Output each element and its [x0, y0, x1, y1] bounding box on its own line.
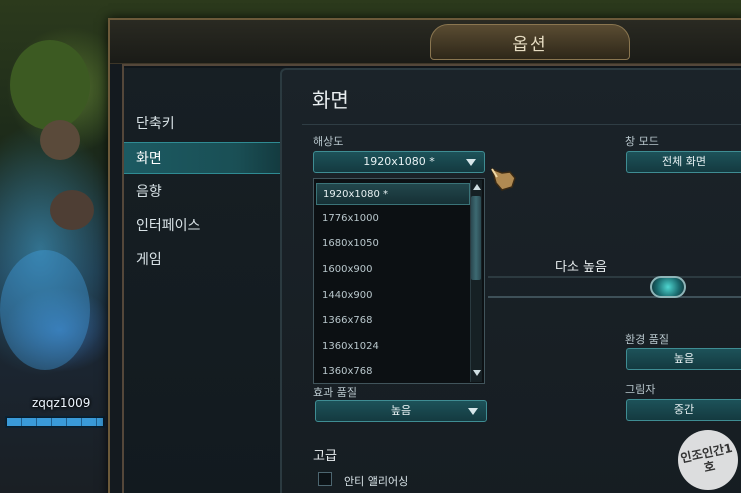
quality-slider-knob[interactable]: [650, 276, 686, 298]
resolution-option[interactable]: 1600x900: [320, 259, 470, 281]
scrollbar-thumb[interactable]: [471, 196, 481, 280]
window-mode-label: 창 모드: [625, 135, 659, 148]
window-mode-dropdown[interactable]: 전체 화면: [626, 151, 741, 173]
resolution-label: 해상도: [313, 135, 344, 148]
sidebar-item-sound[interactable]: 음향: [124, 176, 284, 208]
scroll-down-arrow-icon[interactable]: [473, 370, 481, 376]
overall-quality-value: 다소 높음: [555, 260, 607, 275]
resolution-option[interactable]: 1360x1024: [320, 336, 470, 358]
resolution-option[interactable]: 1360x768: [320, 361, 470, 383]
divider: [302, 124, 741, 125]
resolution-option[interactable]: 1776x1000: [320, 208, 470, 230]
tree-foliage: [10, 40, 90, 130]
scroll-up-arrow-icon[interactable]: [473, 184, 481, 190]
sidebar-item-interface[interactable]: 인터페이스: [124, 210, 284, 242]
environment-quality-value: 높음: [673, 352, 695, 365]
health-bar-fill: [7, 418, 104, 426]
window-title: 옵션: [512, 35, 548, 55]
chevron-down-icon: [466, 159, 476, 166]
shadows-value: 중간: [673, 403, 695, 416]
chevron-down-icon: [468, 408, 478, 415]
resolution-option[interactable]: 1920x1080 *: [316, 183, 470, 205]
resolution-value: 1920x1080 *: [363, 155, 435, 168]
shadows-dropdown[interactable]: 중간: [626, 399, 741, 421]
sidebar-item-hotkeys[interactable]: 단축키: [124, 108, 284, 140]
resolution-option[interactable]: 1680x1050: [320, 233, 470, 255]
resolution-option[interactable]: 1440x900: [320, 285, 470, 307]
effects-quality-dropdown[interactable]: 높음: [315, 400, 487, 422]
page-title: 화면: [312, 88, 349, 112]
gauntlet-cursor-icon: [490, 167, 516, 191]
effects-quality-label: 효과 품질: [313, 386, 357, 399]
anti-aliasing-checkbox[interactable]: [318, 472, 332, 486]
quality-slider-track-upper: [488, 276, 741, 278]
magic-glow: [0, 250, 90, 370]
sidebar-item-game[interactable]: 게임: [124, 244, 284, 276]
tower-base: [40, 120, 80, 160]
quality-slider-track: [488, 296, 741, 298]
player-name: zqqz1009: [32, 396, 91, 410]
tower-base: [50, 190, 94, 230]
title-bar: 옵션: [110, 20, 741, 64]
environment-quality-dropdown[interactable]: 높음: [626, 348, 741, 370]
window-mode-value: 전체 화면: [662, 155, 706, 168]
sidebar: 단축키 화면 음향 인터페이스 게임: [124, 68, 284, 493]
anti-aliasing-label: 안티 앨리어싱: [344, 475, 409, 488]
health-bar: [5, 416, 105, 428]
environment-quality-label: 환경 품질: [625, 333, 669, 346]
resolution-dropdown[interactable]: 1920x1080 *: [313, 151, 485, 173]
sidebar-item-display[interactable]: 화면: [124, 142, 284, 174]
advanced-section-title: 고급: [313, 449, 337, 464]
resolution-options-list: 1920x1080 * 1776x1000 1680x1050 1600x900…: [313, 178, 485, 384]
effects-quality-value: 높음: [390, 404, 412, 417]
resolution-option[interactable]: 1366x768: [320, 310, 470, 332]
shadows-label: 그림자: [625, 383, 656, 396]
